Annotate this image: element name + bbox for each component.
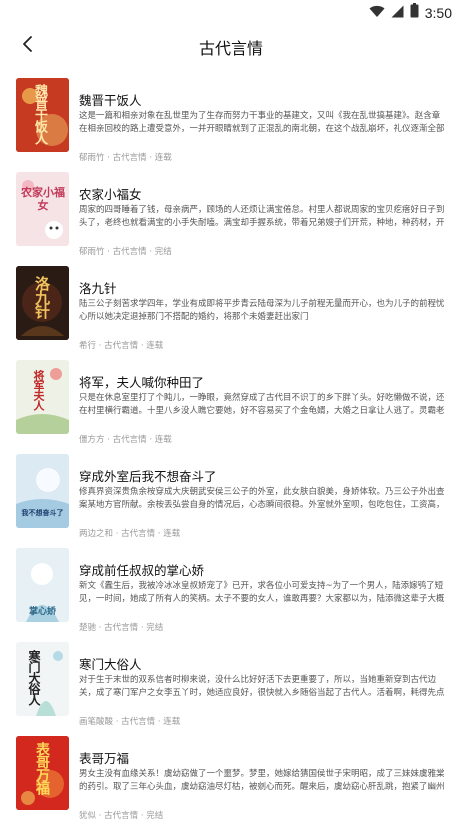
book-description: 新文《蠹生后，我被冷冰冰皇叔娇宠了》已开，求各位小可爱支持~为了一个男人，陆添嫁…: [79, 581, 445, 604]
book-title: 农家小福女: [79, 187, 142, 202]
book-author: 画笔酸酸: [79, 717, 114, 727]
book-status: 完结: [146, 623, 164, 633]
book-list-item[interactable]: 魏晋干饭人 魏晋干饭人 这是一篇和相亲对象在乱世里为了生存而努力干事业的基建文，…: [0, 78, 462, 172]
book-cover: 掌心娇: [16, 548, 69, 622]
book-status: 连载: [154, 435, 172, 445]
book-list-item[interactable]: 掌心娇 穿成前任叔叔的掌心娇 新文《蠹生后，我被冷冰冰皇叔娇宠了》已开，求各位小…: [0, 548, 462, 642]
book-meta: 希行 · 古代言情 · 连载: [79, 341, 164, 351]
book-title: 魏晋干饭人: [79, 93, 142, 108]
signal-icon: [391, 3, 404, 22]
book-title: 穿成前任叔叔的掌心娇: [79, 563, 205, 578]
book-cover: 将军夫人: [16, 360, 69, 434]
book-meta: 楚驰 · 古代言情 · 完结: [79, 623, 164, 633]
book-cover: 农家小福女: [16, 172, 69, 246]
wifi-icon: [369, 3, 385, 22]
book-title: 寒门大俗人: [79, 657, 142, 672]
page-title: 古代言情: [198, 39, 263, 58]
status-time: 3:50: [424, 4, 452, 21]
book-list-item[interactable]: 将军夫人 将军，夫人喊你种田了 只是在休息室里打了个盹儿，一睁眼，竟然穿成了古代…: [0, 360, 462, 454]
book-list-item[interactable]: 农家小福女 农家小福女 周家的四哥睡着了钱，母亲病严，顾场的人还烦让满宝倦怠。村…: [0, 172, 462, 266]
book-list-item[interactable]: 寒门大俗人 寒门大俗人 对于生于末世的双系信者时柳来说，没什么比好好活下去更重要…: [0, 642, 462, 736]
book-list-item[interactable]: 我不想奋斗了 穿成外室后我不想奋斗了 修真界资深贵魚余桉穿成大庆朝武安侯三公子的…: [0, 454, 462, 548]
book-title: 表哥万福: [79, 751, 130, 766]
book-cover: 表哥万福: [16, 736, 69, 810]
header: 古代言情: [0, 24, 462, 68]
book-genre: 古代言情: [104, 341, 139, 351]
book-status: 连载: [154, 153, 172, 163]
book-meta: 郁雨竹 · 古代言情 · 完结: [79, 247, 172, 257]
book-list-item[interactable]: 表哥万福 表哥万福 男女主没有血缘关系！虞幼窈做了一个噩梦。梦里，她嫁给猜国侯世…: [0, 736, 462, 823]
book-cover: 魏晋干饭人: [16, 78, 69, 152]
cover-title: 魏晋干饭人: [32, 84, 47, 144]
book-genre: 古代言情: [112, 153, 147, 163]
book-author: 郁雨竹: [79, 247, 105, 257]
book-genre: 古代言情: [104, 811, 139, 821]
book-title: 穿成外室后我不想奋斗了: [79, 469, 217, 484]
book-description: 男女主没有血缘关系！虞幼窈做了一个噩梦。梦里，她嫁给猜国侯世子宋明昭，成了三妹妹…: [79, 769, 445, 792]
cover-title: 将军夫人: [32, 370, 45, 410]
book-description: 只是在休息室里打了个盹儿，一睁眼，竟然穿成了古代目不识丁的乡下胖丫头。好吃懒做不…: [79, 393, 445, 416]
book-meta: 画笔酸酸 · 古代言情 · 连载: [79, 717, 181, 727]
book-genre: 古代言情: [112, 247, 147, 257]
book-meta: 郁雨竹 · 古代言情 · 连载: [79, 153, 172, 163]
cover-title: 洛九针: [33, 276, 51, 318]
status-icons: 3:50: [369, 3, 452, 22]
book-genre: 古代言情: [112, 435, 147, 445]
cover-title: 农家小福女: [21, 186, 65, 212]
book-author: 楚驰: [79, 623, 97, 633]
book-meta: 僵方方 · 古代言情 · 连载: [79, 435, 172, 445]
book-author: 僵方方: [79, 435, 105, 445]
book-description: 修真界资深贵魚余桉穿成大庆朝武安侯三公子的外室，此女肤白貌美，身娇体软。乃三公子…: [79, 487, 445, 510]
book-cover: 我不想奋斗了: [16, 454, 69, 528]
book-description: 周家的四哥睡着了钱，母亲病严，顾场的人还烦让满宝倦怠。村里人都说周家的宝贝疙瘩好…: [79, 205, 445, 228]
book-author: 郁雨竹: [79, 153, 105, 163]
cover-title: 表哥万福: [34, 742, 50, 794]
book-author: 希行: [79, 341, 97, 351]
book-cover: 洛九针: [16, 266, 69, 340]
book-description: 陆三公子刻苦求学四年，学业有成即将平步青云陆母深为儿子前程无量而开心，也为儿子的…: [79, 299, 445, 322]
book-status: 完结: [154, 247, 172, 257]
status-bar: 3:50: [0, 0, 462, 24]
book-cover: 寒门大俗人: [16, 642, 69, 716]
book-status: 连载: [146, 341, 164, 351]
book-description: 对于生于末世的双系信者时柳来说，没什么比好好活下去更重要了，所以，当她重新穿到古…: [79, 675, 445, 698]
book-status: 完结: [146, 811, 164, 821]
book-description: 这是一篇和相亲对象在乱世里为了生存而努力干事业的基建文，又叫《我在乱世搞基建》。…: [79, 111, 445, 134]
book-genre: 古代言情: [104, 623, 139, 633]
cover-title: 寒门大俗人: [27, 650, 41, 705]
book-author: 犹似: [79, 811, 97, 821]
book-genre: 古代言情: [121, 717, 156, 727]
battery-icon: [410, 3, 419, 22]
book-author: 两边之和: [79, 529, 114, 539]
cover-title: 掌心娇: [28, 607, 56, 617]
book-status: 连载: [163, 529, 181, 539]
book-genre: 古代言情: [121, 529, 156, 539]
cover-title: 我不想奋斗了: [21, 508, 64, 517]
book-meta: 犹似 · 古代言情 · 完结: [79, 811, 164, 821]
book-title: 洛九针: [79, 281, 117, 296]
book-title: 将军，夫人喊你种田了: [79, 375, 205, 390]
book-list-item[interactable]: 洛九针 洛九针 陆三公子刻苦求学四年，学业有成即将平步青云陆母深为儿子前程无量而…: [0, 266, 462, 360]
book-meta: 两边之和 · 古代言情 · 连载: [79, 529, 181, 539]
book-status: 连载: [163, 717, 181, 727]
